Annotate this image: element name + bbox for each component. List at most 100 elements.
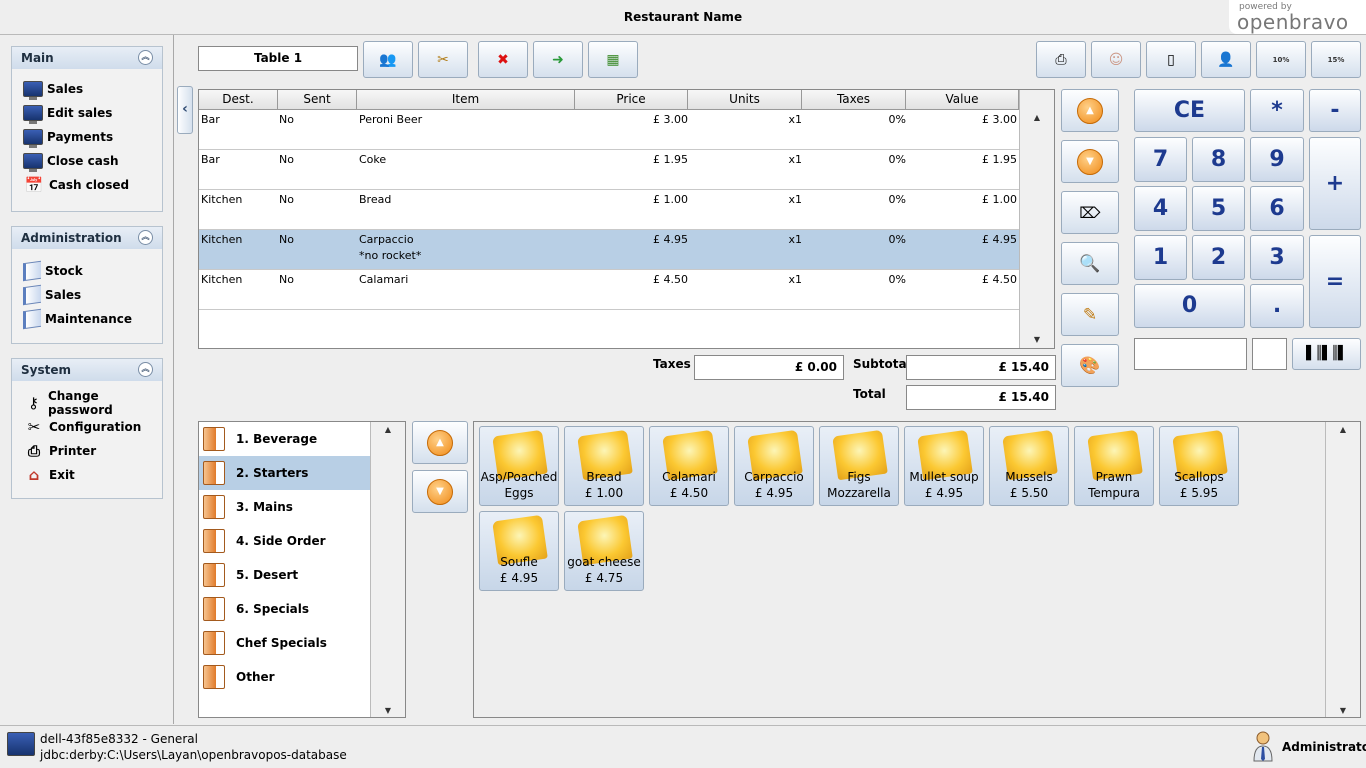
scroll-down-arrow-icon[interactable]: ▼ [1020,332,1054,348]
product-button[interactable]: Asp/Poached Eggs [479,426,559,506]
menu-item-stock[interactable]: Stock [12,259,162,283]
key-7[interactable]: 7 [1134,137,1187,182]
product-scrollbar[interactable]: ▲ ▼ [1325,422,1360,717]
column-header[interactable]: Item [357,90,575,109]
column-header[interactable]: Units [688,90,802,109]
products-page-down-button[interactable]: ▼ [412,470,468,513]
equals-key[interactable]: = [1309,235,1361,328]
product-button[interactable]: Carpaccio £ 4.95 [734,426,814,506]
price-input[interactable] [1252,338,1287,370]
key-2[interactable]: 2 [1192,235,1245,280]
menu-item-cash-closed[interactable]: 📅 Cash closed [12,173,162,197]
decimal-key[interactable]: . [1250,284,1304,328]
product-button[interactable]: Prawn Tempura [1074,426,1154,506]
menu-item-change-password[interactable]: ⚷ Change password [12,389,162,417]
category-item[interactable]: Other [199,660,370,694]
menu-item-admin-sales[interactable]: Sales [12,283,162,307]
search-product-button[interactable]: 🔍 [1061,242,1119,285]
key-8[interactable]: 8 [1192,137,1245,182]
book-icon [23,260,41,282]
category-item[interactable]: 5. Desert [199,558,370,592]
column-header[interactable]: Price [575,90,688,109]
menu-item-payments[interactable]: Payments [12,125,162,149]
cut-button[interactable]: ✂ [418,41,468,78]
table-name-field[interactable]: Table 1 [198,46,358,71]
category-item[interactable]: 6. Specials [199,592,370,626]
menu-item-close-cash[interactable]: Close cash [12,149,162,173]
menu-item-edit-sales[interactable]: Edit sales [12,101,162,125]
category-item[interactable]: 3. Mains [199,490,370,524]
scroll-down-arrow-icon[interactable]: ▼ [371,703,405,719]
menu-item-configuration[interactable]: ✂ Configuration [12,415,162,439]
clear-entry-key[interactable]: CE [1134,89,1245,132]
ticket-row[interactable]: Bar No Coke £ 1.95 x1 0% £ 1.95 [199,150,1019,190]
key-3[interactable]: 3 [1250,235,1304,280]
move-table-button[interactable]: ➜ [533,41,583,78]
collapse-menu-button[interactable]: ‹ [177,86,193,134]
column-header[interactable]: Value [906,90,1019,109]
product-button[interactable]: Soufle £ 4.95 [479,511,559,591]
key-5[interactable]: 5 [1192,186,1245,231]
key-0[interactable]: 0 [1134,284,1245,328]
document-button[interactable]: ▯ [1146,41,1196,78]
menu-item-exit[interactable]: ⌂ Exit [12,463,162,487]
key-9[interactable]: 9 [1250,137,1304,182]
collapse-up-icon[interactable]: ︽ [138,230,153,245]
ticket-row[interactable]: Kitchen No Carpaccio £ 4.95 x1 0% £ 4.95 *no ro… [199,230,1019,270]
row-item: Coke [359,153,387,166]
products-page-up-button[interactable]: ▲ [412,421,468,464]
menu-section-system-header[interactable]: System ︽ [12,359,162,381]
attributes-button[interactable]: 🎨 [1061,344,1119,387]
menu-item-printer[interactable]: ⎙ Printer [12,439,162,463]
multiply-key[interactable]: * [1250,89,1304,132]
discount-10-button[interactable]: 10% [1256,41,1306,78]
edit-line-button[interactable]: ✎ [1061,293,1119,336]
product-button[interactable]: Mussels £ 5.50 [989,426,1069,506]
menu-item-sales[interactable]: Sales [12,77,162,101]
category-item[interactable]: Chef Specials [199,626,370,660]
product-button[interactable]: Scallops £ 5.95 [1159,426,1239,506]
key-6[interactable]: 6 [1250,186,1304,231]
tables-map-button[interactable]: ▦ [588,41,638,78]
collapse-up-icon[interactable]: ︽ [138,362,153,377]
delete-ticket-button[interactable]: ✖ [478,41,528,78]
product-button[interactable]: Calamari £ 4.50 [649,426,729,506]
print-button[interactable]: ⎙ [1036,41,1086,78]
product-button[interactable]: Bread £ 1.00 [564,426,644,506]
ticket-row[interactable]: Bar No Peroni Beer £ 3.00 x1 0% £ 3.00 [199,110,1019,150]
ticket-row[interactable]: Kitchen No Bread £ 1.00 x1 0% £ 1.00 [199,190,1019,230]
column-header[interactable]: Taxes [802,90,906,109]
scroll-up-arrow-icon[interactable]: ▲ [1326,422,1360,438]
category-scrollbar[interactable]: ▲ ▼ [370,422,405,717]
scroll-up-arrow-icon[interactable]: ▲ [1020,110,1054,126]
discount-15-button[interactable]: 15% [1311,41,1361,78]
menu-section-administration-header[interactable]: Administration ︽ [12,227,162,249]
category-item[interactable]: 4. Side Order [199,524,370,558]
delete-line-button[interactable]: ⌦ [1061,191,1119,234]
barcode-button[interactable]: ▌║▌║▌ [1292,338,1361,370]
quantity-input[interactable] [1134,338,1247,370]
scroll-down-arrow-icon[interactable]: ▼ [1326,703,1360,719]
split-table-button[interactable]: 👥 [363,41,413,78]
category-item[interactable]: 1. Beverage [199,422,370,456]
column-header[interactable]: Sent [278,90,357,109]
line-down-button[interactable]: ▼ [1061,140,1119,183]
product-button[interactable]: Mullet soup £ 4.95 [904,426,984,506]
key-1[interactable]: 1 [1134,235,1187,280]
customer-button[interactable]: 👤 [1201,41,1251,78]
minus-key[interactable]: - [1309,89,1361,132]
plus-key[interactable]: + [1309,137,1361,230]
menu-section-main-header[interactable]: Main ︽ [12,47,162,69]
scroll-up-arrow-icon[interactable]: ▲ [371,422,405,438]
ticket-row[interactable]: Kitchen No Calamari £ 4.50 x1 0% £ 4.50 [199,270,1019,310]
menu-item-maintenance[interactable]: Maintenance [12,307,162,331]
product-button[interactable]: Figs Mozzarella [819,426,899,506]
collapse-up-icon[interactable]: ︽ [138,50,153,65]
user-button[interactable]: ☺ [1091,41,1141,78]
key-4[interactable]: 4 [1134,186,1187,231]
line-up-button[interactable]: ▲ [1061,89,1119,132]
product-button[interactable]: goat cheese £ 4.75 [564,511,644,591]
ticket-scrollbar[interactable]: ▲ ▼ [1019,90,1054,348]
column-header[interactable]: Dest. [199,90,278,109]
category-item[interactable]: 2. Starters [199,456,370,490]
